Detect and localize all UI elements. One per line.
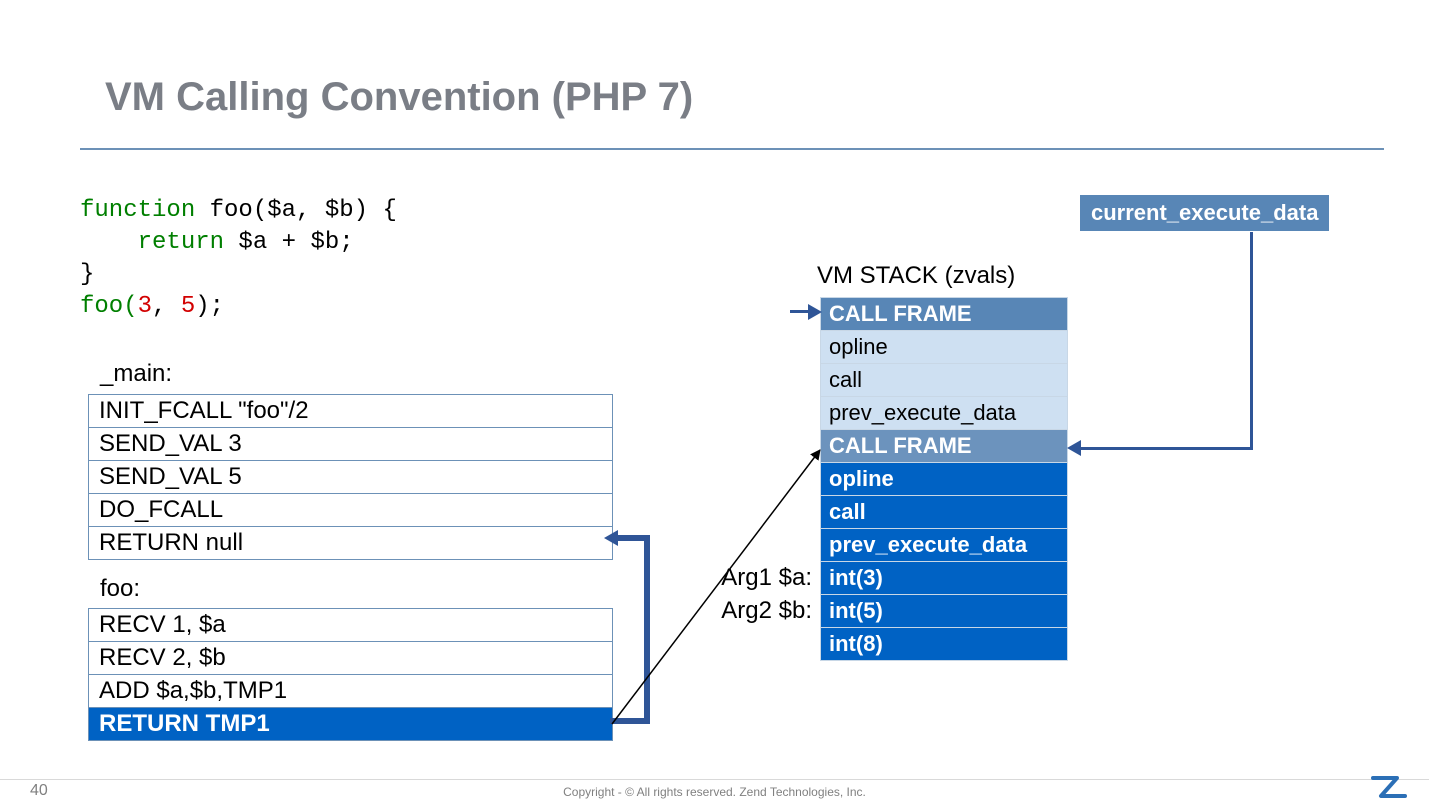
main-opcode-table: INIT_FCALL "foo"/2 SEND_VAL 3 SEND_VAL 5… xyxy=(88,394,613,560)
call-frame-header-2: CALL FRAME xyxy=(820,429,1068,463)
code-l2c: $a + $b; xyxy=(224,229,354,256)
arg-label-1: Arg1 $a: xyxy=(692,562,812,594)
arrow-line xyxy=(614,535,650,541)
num-5: 5 xyxy=(181,293,195,320)
stack-cell: prev_execute_data xyxy=(820,396,1068,430)
op-row: ADD $a,$b,TMP1 xyxy=(89,675,612,708)
op-row: INIT_FCALL "foo"/2 xyxy=(89,395,612,428)
op-row: DO_FCALL xyxy=(89,494,612,527)
arrow-head-icon xyxy=(1067,440,1081,456)
kw-return: return xyxy=(138,229,224,256)
arrow-line xyxy=(1075,447,1253,450)
foo-opcode-table: RECV 1, $a RECV 2, $b ADD $a,$b,TMP1 RET… xyxy=(88,608,613,741)
arrow-line xyxy=(1250,232,1253,450)
current-execute-data-box: current_execute_data xyxy=(1080,195,1329,231)
stack-value: int(3) xyxy=(829,565,883,590)
stack-cell: Arg1 $a: int(3) xyxy=(820,561,1068,595)
call-frame-header-1: CALL FRAME xyxy=(820,297,1068,331)
main-label: _main: xyxy=(100,360,172,388)
foo-label: foo: xyxy=(100,575,140,603)
arrow-head-icon xyxy=(808,304,822,320)
arg-label-2: Arg2 $b: xyxy=(692,595,812,627)
op-row-highlighted: RETURN TMP1 xyxy=(89,708,612,740)
code-sample: function foo($a, $b) { return $a + $b; }… xyxy=(80,195,397,323)
code-l3: } xyxy=(80,261,94,288)
op-row: SEND_VAL 5 xyxy=(89,461,612,494)
title-divider xyxy=(80,148,1384,150)
arrow-line xyxy=(790,310,810,313)
op-row: RECV 2, $b xyxy=(89,642,612,675)
stack-cell: Arg2 $b: int(5) xyxy=(820,594,1068,628)
stack-cell: call xyxy=(820,363,1068,397)
op-row: RETURN null xyxy=(89,527,612,559)
stack-cell: opline xyxy=(820,462,1068,496)
page-number: 40 xyxy=(30,782,48,800)
footer-copyright: Copyright - © All rights reserved. Zend … xyxy=(0,779,1429,804)
vm-stack-label: VM STACK (zvals) xyxy=(817,262,1015,290)
vm-stack: CALL FRAME opline call prev_execute_data… xyxy=(820,298,1068,661)
op-row: SEND_VAL 3 xyxy=(89,428,612,461)
kw-function: function xyxy=(80,197,195,224)
stack-cell: call xyxy=(820,495,1068,529)
stack-cell: prev_execute_data xyxy=(820,528,1068,562)
zend-logo-icon xyxy=(1371,776,1409,798)
stack-cell: opline xyxy=(820,330,1068,364)
indent xyxy=(80,229,138,256)
close-paren: ); xyxy=(195,293,224,320)
stack-value: int(5) xyxy=(829,598,883,623)
comma: , xyxy=(152,293,181,320)
call-foo: foo( xyxy=(80,293,138,320)
arrow-line xyxy=(644,535,650,724)
code-l1b: foo($a, $b) { xyxy=(195,197,397,224)
num-3: 3 xyxy=(138,293,152,320)
op-row: RECV 1, $a xyxy=(89,609,612,642)
arrow-head-icon xyxy=(604,530,618,546)
slide-title: VM Calling Convention (PHP 7) xyxy=(105,75,693,120)
stack-cell: int(8) xyxy=(820,627,1068,661)
